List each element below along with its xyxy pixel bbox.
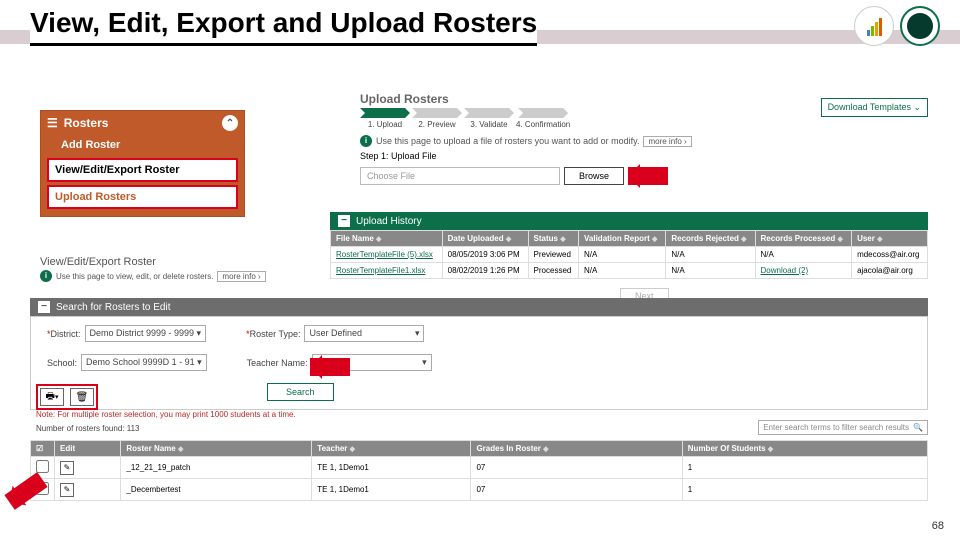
col-validation[interactable]: Validation Report ◆ — [579, 231, 666, 247]
col-edit: Edit — [55, 441, 121, 457]
header-logos — [854, 6, 940, 46]
upload-title: Upload Rosters — [360, 92, 780, 106]
print-button[interactable]: 🖶▾ — [40, 388, 64, 406]
callout-arrow-icon — [310, 358, 350, 376]
nav-header[interactable]: ☰ Rosters ⌃ — [41, 111, 244, 135]
choose-file-input[interactable]: Choose File — [360, 167, 560, 185]
col-user[interactable]: User ◆ — [852, 231, 928, 247]
edit-button[interactable]: ✎ — [60, 483, 74, 497]
more-info-link[interactable]: more info › — [643, 136, 691, 147]
view-info-text: Use this page to view, edit, or delete r… — [56, 272, 213, 281]
col-date[interactable]: Date Uploaded ◆ — [442, 231, 528, 247]
search-title: Search for Rosters to Edit — [56, 302, 171, 313]
col-rejected[interactable]: Records Rejected ◆ — [666, 231, 755, 247]
col-num-students[interactable]: Number Of Students ◆ — [682, 441, 927, 457]
callout-arrow-icon — [4, 472, 47, 510]
row-checkbox[interactable] — [36, 460, 49, 473]
filter-results-input[interactable]: Enter search terms to filter search resu… — [758, 420, 928, 435]
upload-history-header[interactable]: − Upload History — [330, 212, 928, 230]
table-row: ✎ _12_21_19_patch TE 1, 1Demo1 07 1 — [31, 457, 928, 479]
nav-upload-rosters[interactable]: Upload Rosters — [47, 185, 238, 209]
logo-seal-icon — [900, 6, 940, 46]
view-edit-export-panel: View/Edit/Export Roster i Use this page … — [40, 256, 480, 282]
callout-arrow-icon — [628, 167, 668, 185]
browse-button[interactable]: Browse — [564, 167, 624, 185]
toolbar: 🖶▾ 🗑 — [36, 384, 98, 410]
district-select[interactable]: Demo District 9999 - 9999 ▾ — [85, 325, 207, 342]
nav-header-label: Rosters — [64, 116, 109, 130]
district-label: District: — [47, 329, 81, 339]
history-title: Upload History — [356, 216, 422, 227]
nav-add-roster[interactable]: Add Roster — [41, 135, 244, 155]
upload-info-text: Use this page to upload a file of roster… — [376, 136, 639, 146]
search-icon: 🔍 — [913, 423, 923, 432]
col-processed[interactable]: Records Processed ◆ — [755, 231, 852, 247]
school-label: School: — [47, 358, 77, 368]
school-select[interactable]: Demo School 9999D 1 - 91 ▾ — [81, 354, 207, 371]
col-roster-name[interactable]: Roster Name ◆ — [121, 441, 312, 457]
page-title: View, Edit, Export and Upload Rosters — [30, 7, 537, 46]
collapse-icon[interactable]: − — [338, 215, 350, 227]
title-bar: View, Edit, Export and Upload Rosters — [0, 0, 960, 52]
page-number: 68 — [932, 520, 944, 532]
step-1: 1. Upload — [360, 120, 410, 129]
delete-button[interactable]: 🗑 — [70, 388, 94, 406]
upload-steps: 1. Upload 2. Preview 3. Validate 4. Conf… — [360, 108, 780, 129]
info-icon: i — [40, 270, 52, 282]
search-header[interactable]: − Search for Rosters to Edit — [30, 298, 928, 316]
col-filename[interactable]: File Name ◆ — [331, 231, 443, 247]
col-grades[interactable]: Grades In Roster ◆ — [471, 441, 682, 457]
roster-type-select[interactable]: User Defined▾ — [304, 325, 424, 342]
more-info-link[interactable]: more info › — [217, 271, 265, 282]
col-check[interactable]: ☑ — [31, 441, 55, 457]
roster-type-label: Roster Type: — [246, 329, 300, 339]
upload-rosters-panel: Upload Rosters 1. Upload 2. Preview 3. V… — [360, 92, 780, 185]
collapse-icon[interactable]: − — [38, 301, 50, 313]
step-2: 2. Preview — [412, 120, 462, 129]
col-teacher[interactable]: Teacher ◆ — [312, 441, 471, 457]
step-3: 3. Validate — [464, 120, 514, 129]
step-4: 4. Confirmation — [516, 120, 570, 129]
edit-button[interactable]: ✎ — [60, 461, 74, 475]
logo-chart-icon — [854, 6, 894, 46]
info-icon: i — [360, 135, 372, 147]
search-rosters-panel: − Search for Rosters to Edit District: D… — [30, 298, 928, 410]
results-count: Number of rosters found: 113 — [36, 424, 139, 433]
download-link[interactable]: Download (2) — [761, 266, 809, 275]
col-status[interactable]: Status ◆ — [528, 231, 578, 247]
chevron-up-icon[interactable]: ⌃ — [222, 115, 238, 131]
search-button[interactable]: Search — [267, 383, 334, 401]
download-templates-button[interactable]: Download Templates ⌄ — [821, 98, 928, 117]
rosters-icon: ☰ — [47, 116, 58, 130]
step1-label: Step 1: Upload File — [360, 151, 780, 161]
nav-view-edit-export[interactable]: View/Edit/Export Roster — [47, 158, 238, 182]
table-row: ✎ _Decembertest TE 1, 1Demo1 07 1 — [31, 479, 928, 501]
results-table: ☑ Edit Roster Name ◆ Teacher ◆ Grades In… — [30, 440, 928, 501]
rosters-nav: ☰ Rosters ⌃ Add Roster View/Edit/Export … — [40, 110, 245, 217]
view-title: View/Edit/Export Roster — [40, 256, 480, 268]
selection-note: Note: For multiple roster selection, you… — [36, 410, 296, 419]
